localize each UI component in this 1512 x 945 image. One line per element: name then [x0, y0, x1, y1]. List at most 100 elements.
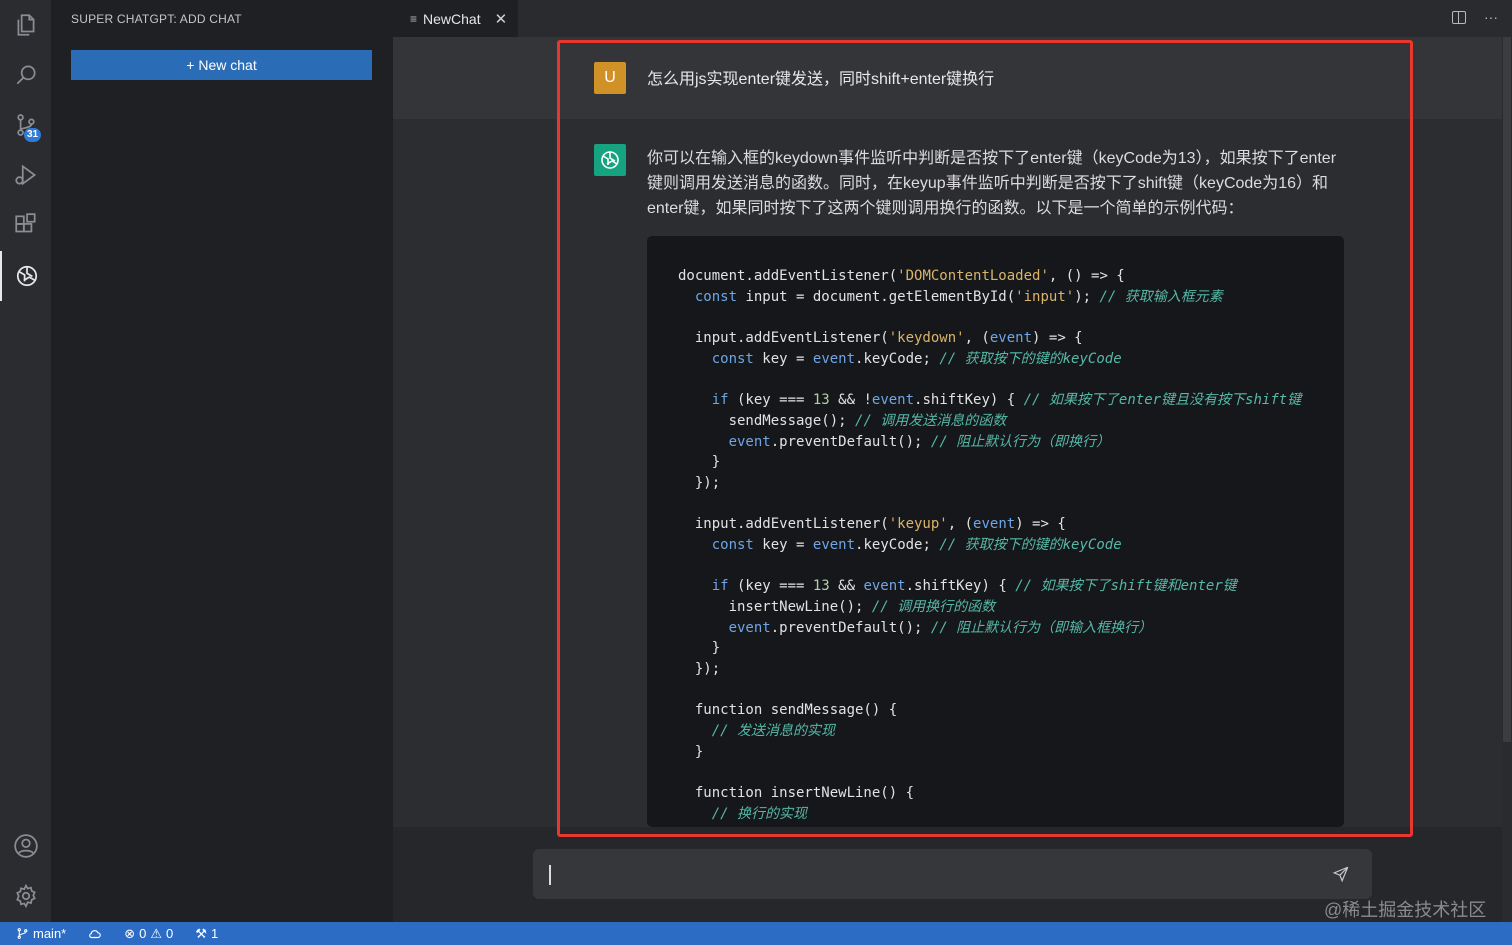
scrollbar-thumb[interactable]	[1503, 37, 1511, 742]
watermark: @稀土掘金技术社区	[1324, 900, 1487, 920]
code-token: input = document.getElementById(	[737, 288, 1016, 305]
code-line: input.addEventListener('keydown', (event…	[678, 328, 1344, 349]
code-token: const	[711, 350, 754, 367]
user-message-row: U 怎么用js实现enter键发送，同时shift+enter键换行	[393, 37, 1502, 119]
code-token: .shiftKey) {	[914, 392, 1024, 409]
code-token: , () => {	[1048, 268, 1125, 284]
preview-icon: ≡	[410, 11, 418, 26]
code-token: .shiftKey) {	[905, 578, 1016, 595]
sidebar: SUPER CHATGPT: ADD CHAT + New chat	[51, 0, 393, 922]
account-icon[interactable]	[0, 821, 51, 871]
code-line: sendMessage(); // 调用发送消息的函数	[678, 411, 1344, 432]
code-token: if	[711, 392, 729, 409]
code-line: const input = document.getElementById('i…	[678, 287, 1344, 308]
code-token: ) => {	[1032, 330, 1083, 347]
code-token: 'input'	[1015, 288, 1075, 305]
code-token: 'DOMContentLoaded'	[897, 268, 1049, 284]
extensions-icon[interactable]	[0, 200, 51, 250]
git-branch-icon	[17, 928, 28, 939]
code-token: ) => {	[1015, 516, 1066, 533]
code-token: sendMessage();	[678, 412, 856, 429]
code-line: function sendMessage() {	[678, 700, 1344, 721]
code-line: });	[678, 473, 1344, 494]
code-block: document.addEventListener('DOMContentLoa…	[647, 236, 1344, 827]
ports-status[interactable]: ⚒ 1	[195, 926, 218, 942]
user-message: 怎么用js实现enter键发送，同时shift+enter键换行	[647, 71, 995, 88]
activity-bar: 31	[0, 0, 51, 922]
code-token: &&	[829, 578, 864, 595]
code-token: 13	[812, 392, 830, 409]
code-token: (key ===	[728, 392, 813, 409]
tab-actions: ···	[1452, 9, 1498, 25]
ports-count: 1	[210, 926, 219, 941]
tab-label: NewChat	[423, 10, 481, 27]
code-token: }	[678, 640, 721, 657]
error-icon: ⊗	[124, 925, 136, 941]
explorer-icon[interactable]	[0, 0, 51, 50]
code-line: if (key === 13 && !event.shiftKey) { // …	[678, 390, 1344, 411]
code-token: // 获取输入框元素	[1099, 288, 1223, 305]
tab-newchat[interactable]: ≡ NewChat ✕	[393, 0, 518, 37]
search-icon[interactable]	[0, 50, 51, 100]
error-count: 0	[139, 926, 147, 941]
ports-icon: ⚒	[195, 925, 207, 941]
user-avatar: U	[594, 62, 626, 94]
editor-scrollbar[interactable]	[1502, 37, 1512, 922]
code-token: );	[1074, 288, 1100, 305]
code-token: const	[711, 536, 754, 553]
code-token: .preventDefault();	[770, 433, 931, 450]
code-token: function insertNewLine() {	[678, 785, 915, 802]
assistant-paragraph: 你可以在输入框的keydown事件监听中判断是否按下了enter键（keyCod…	[647, 150, 1337, 217]
code-line: // 换行的实现	[678, 804, 1344, 825]
code-line: });	[678, 659, 1344, 680]
tab-bar: ≡ NewChat ✕ ···	[393, 0, 1512, 37]
more-actions-icon[interactable]: ···	[1484, 9, 1498, 25]
assistant-message-row: 你可以在输入框的keydown事件监听中判断是否按下了enter键（keyCod…	[393, 119, 1502, 827]
code-line: event.preventDefault(); // 阻止默认行为（即换行）	[678, 432, 1344, 453]
settings-gear-icon[interactable]	[0, 871, 51, 921]
source-control-badge: 31	[24, 128, 42, 142]
code-token: // 阻止默认行为（即输入框换行）	[930, 619, 1153, 636]
chatgpt-icon[interactable]	[0, 251, 51, 301]
code-line: }	[678, 742, 1344, 763]
problems-status[interactable]: ⊗ 0 ⚠ 0	[124, 926, 173, 942]
send-icon	[1332, 866, 1349, 882]
code-token: event	[871, 392, 915, 409]
code-token: event	[989, 330, 1033, 347]
sync-status[interactable]	[88, 927, 102, 941]
branch-status[interactable]: main*	[16, 926, 66, 941]
status-bar: main* ⊗ 0 ⚠ 0 ⚒ 1	[0, 922, 1512, 945]
warning-icon: ⚠	[150, 925, 163, 941]
code-token: key =	[753, 536, 813, 553]
code-token: event	[863, 578, 906, 595]
code-token: // 阻止默认行为（即换行）	[930, 433, 1111, 450]
code-token: // 获取按下的键的keyCode	[939, 536, 1122, 553]
chat-input[interactable]	[533, 849, 1372, 899]
code-token: , (	[947, 516, 974, 533]
source-control-icon[interactable]: 31	[0, 100, 51, 150]
sidebar-title: SUPER CHATGPT: ADD CHAT	[71, 12, 242, 26]
code-line: const key = event.keyCode; // 获取按下的键的key…	[678, 349, 1344, 370]
code-token: event	[728, 433, 771, 450]
code-line: }	[678, 638, 1344, 659]
close-icon[interactable]: ✕	[495, 10, 508, 28]
code-line: insertNewLine(); // 调用换行的函数	[678, 597, 1344, 618]
send-button[interactable]	[1329, 863, 1353, 887]
cloud-sync-icon	[89, 929, 102, 938]
code-line: function insertNewLine() {	[678, 783, 1344, 804]
new-chat-button[interactable]: + New chat	[71, 50, 372, 80]
code-line: input.addEventListener('keyup', (event) …	[678, 514, 1344, 535]
code-token: // 换行的实现	[711, 805, 808, 822]
code-line: const key = event.keyCode; // 获取按下的键的key…	[678, 535, 1344, 556]
code-token: // 调用发送消息的函数	[855, 412, 1007, 429]
split-editor-icon[interactable]	[1452, 11, 1466, 24]
code-token: 'keydown'	[888, 330, 965, 347]
run-debug-icon[interactable]	[0, 150, 51, 200]
